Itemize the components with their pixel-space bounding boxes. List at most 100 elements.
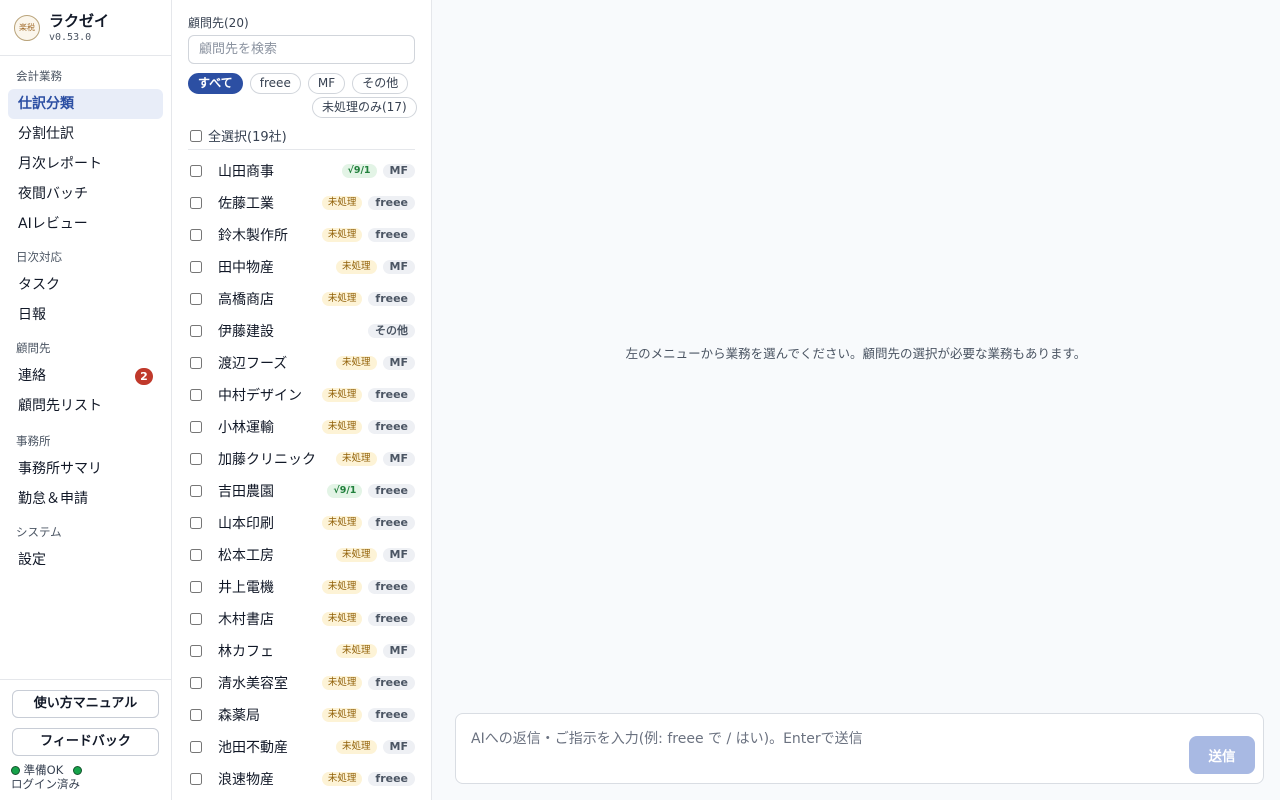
unprocessed-badge: 未処理	[321, 708, 363, 722]
client-row[interactable]: 伊藤建設 その他	[188, 315, 415, 347]
send-button[interactable]: 送信	[1189, 736, 1255, 774]
client-row[interactable]: 小林運輸 未処理 freee	[188, 411, 415, 443]
sidebar-item[interactable]: 夜間バッチ	[8, 179, 163, 209]
client-checkbox[interactable]	[190, 773, 202, 785]
sidebar-item[interactable]: 月次レポート	[8, 149, 163, 179]
client-checkbox[interactable]	[190, 741, 202, 753]
client-checkbox[interactable]	[190, 453, 202, 465]
client-row[interactable]: 佐藤工業 未処理 freee	[188, 187, 415, 219]
sidebar-item[interactable]: AIレビュー	[8, 209, 163, 239]
app-version: v0.53.0	[49, 32, 92, 43]
client-row[interactable]: 木村書店 未処理 freee	[188, 603, 415, 635]
client-checkbox[interactable]	[190, 389, 202, 401]
client-checkbox[interactable]	[190, 709, 202, 721]
unprocessed-badge: 未処理	[321, 292, 363, 306]
select-all-label: 全選択(19社)	[208, 130, 287, 145]
unprocessed-badge: 未処理	[321, 388, 363, 402]
client-checkbox[interactable]	[190, 357, 202, 369]
source-filters: すべて freee MF その他 未処理のみ(17)	[188, 72, 423, 118]
sidebar-item[interactable]: 事務所サマリ	[8, 454, 163, 484]
client-checkbox[interactable]	[190, 293, 202, 305]
unprocessed-badge: 未処理	[336, 452, 377, 466]
client-row[interactable]: 鈴木製作所 未処理 freee	[188, 219, 415, 251]
sidebar-item-label: 連絡	[18, 368, 46, 384]
unprocessed-badge: 未処理	[321, 772, 363, 786]
client-row[interactable]: 吉田農園 √9/1 freee	[188, 475, 415, 507]
client-name: 中村デザイン	[218, 388, 302, 404]
source-badge: MF	[382, 644, 415, 658]
client-checkbox[interactable]	[190, 581, 202, 593]
client-row[interactable]: 山田商事 √9/1 MF	[188, 155, 415, 187]
client-checkbox[interactable]	[190, 197, 202, 209]
status-login-text: ログイン済み	[11, 777, 80, 791]
source-badge: MF	[382, 740, 415, 754]
source-badge: MF	[382, 548, 415, 562]
client-checkbox[interactable]	[190, 485, 202, 497]
client-name: 木村書店	[218, 612, 274, 628]
client-list-title: 顧問先(20)	[188, 16, 249, 30]
filter-freee[interactable]: freee	[249, 73, 301, 94]
filter-all[interactable]: すべて	[188, 73, 243, 94]
client-row[interactable]: 中村デザイン 未処理 freee	[188, 379, 415, 411]
client-row[interactable]: 林カフェ 未処理 MF	[188, 635, 415, 667]
sidebar-item[interactable]: 勤怠＆申請	[8, 484, 163, 514]
sidebar-item[interactable]: 顧問先リスト	[8, 391, 163, 421]
client-row[interactable]: 高橋商店 未処理 freee	[188, 283, 415, 315]
unprocessed-badge: 未処理	[321, 580, 363, 594]
client-name: 井上電機	[218, 580, 274, 596]
sidebar-item[interactable]: 連絡 2	[8, 361, 163, 391]
sidebar-item[interactable]: 仕訳分類	[8, 89, 163, 119]
sidebar-item[interactable]: 設定	[8, 545, 163, 575]
client-checkbox[interactable]	[190, 549, 202, 561]
filter-other[interactable]: その他	[352, 73, 409, 94]
manual-button[interactable]: 使い方マニュアル	[12, 690, 159, 718]
unprocessed-badge: 未処理	[321, 196, 363, 210]
client-name: 吉田農園	[218, 484, 274, 500]
sidebar-item[interactable]: 分割仕訳	[8, 119, 163, 149]
client-name: 渡辺フーズ	[218, 356, 288, 372]
client-row[interactable]: 池田不動産 未処理 MF	[188, 731, 415, 763]
client-checkbox[interactable]	[190, 165, 202, 177]
client-row[interactable]: 井上電機 未処理 freee	[188, 571, 415, 603]
client-checkbox[interactable]	[190, 645, 202, 657]
client-row[interactable]: 田中物産 未処理 MF	[188, 251, 415, 283]
client-search-input[interactable]	[188, 35, 415, 64]
sidebar-item-label: 仕訳分類	[18, 96, 74, 112]
client-checkbox[interactable]	[190, 421, 202, 433]
client-checkbox[interactable]	[190, 677, 202, 689]
filter-mf[interactable]: MF	[307, 73, 346, 94]
client-row[interactable]: 清水美容室 未処理 freee	[188, 667, 415, 699]
chat-composer: AIへの返信・ご指示を入力(例: freee で / はい)。Enterで送信 …	[455, 713, 1264, 784]
select-all-checkbox[interactable]	[190, 129, 202, 142]
client-name: 佐藤工業	[218, 196, 274, 212]
sidebar-item[interactable]: 日報	[8, 300, 163, 330]
client-name: 池田不動産	[218, 740, 288, 756]
filter-unprocessed-only[interactable]: 未処理のみ(17)	[312, 97, 417, 118]
sidebar-item-label: 日報	[18, 307, 46, 323]
chat-input[interactable]: AIへの返信・ご指示を入力(例: freee で / はい)。Enterで送信	[471, 728, 863, 748]
nav-section-title: 顧問先	[16, 341, 51, 355]
main-area: 左のメニューから業務を選んでください。顧問先の選択が必要な業務もあります。 AI…	[432, 0, 1280, 800]
client-checkbox[interactable]	[190, 325, 202, 337]
client-name: 松本工房	[218, 548, 274, 564]
client-name: 清水美容室	[218, 676, 288, 692]
unprocessed-badge: 未処理	[321, 228, 363, 242]
client-checkbox[interactable]	[190, 517, 202, 529]
client-row[interactable]: 森薬局 未処理 freee	[188, 699, 415, 731]
source-badge: freee	[368, 420, 415, 434]
unprocessed-badge: 未処理	[336, 548, 377, 562]
client-row[interactable]: 加藤クリニック 未処理 MF	[188, 443, 415, 475]
feedback-button[interactable]: フィードバック	[12, 728, 159, 756]
client-row[interactable]: 松本工房 未処理 MF	[188, 539, 415, 571]
unprocessed-badge: 未処理	[321, 420, 363, 434]
client-checkbox[interactable]	[190, 613, 202, 625]
brand-header: 楽税 ラクゼイ v0.53.0	[0, 0, 171, 56]
client-row[interactable]: 渡辺フーズ 未処理 MF	[188, 347, 415, 379]
status-dot-icon	[72, 766, 82, 775]
select-all[interactable]: 全選択(19社)	[190, 126, 287, 145]
client-checkbox[interactable]	[190, 229, 202, 241]
client-row[interactable]: 浪速物産 未処理 freee	[188, 763, 415, 795]
client-row[interactable]: 山本印刷 未処理 freee	[188, 507, 415, 539]
sidebar-item[interactable]: タスク	[8, 270, 163, 300]
client-checkbox[interactable]	[190, 261, 202, 273]
